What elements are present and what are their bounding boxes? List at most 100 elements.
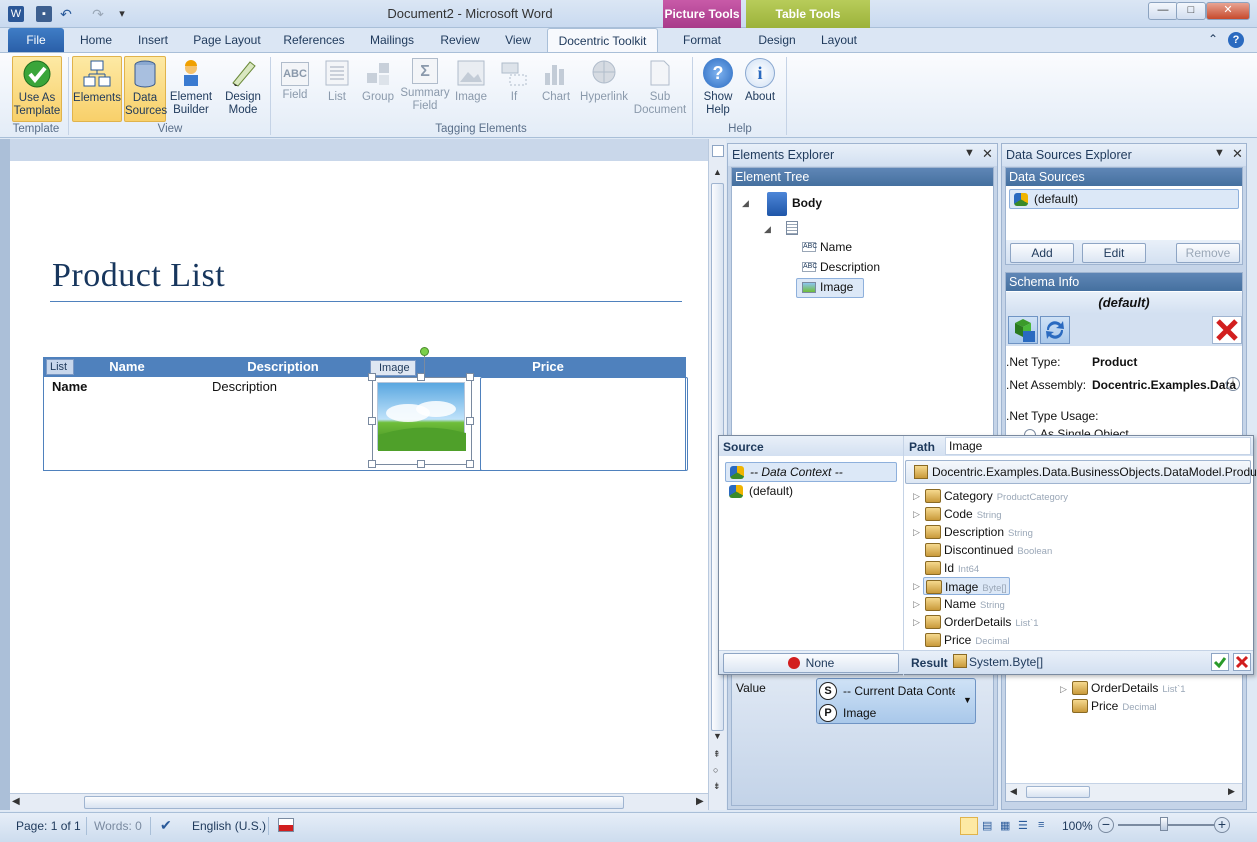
elements-button[interactable]: Elements xyxy=(72,56,122,122)
minimize-ribbon-icon[interactable]: ⌃ xyxy=(1208,32,1218,46)
full-screen-reading-icon[interactable]: ▤ xyxy=(982,819,992,832)
tree-expand-icon[interactable]: ▷ xyxy=(913,599,920,610)
scroll-right-icon[interactable]: ▶ xyxy=(696,796,704,807)
minimize-button[interactable]: — xyxy=(1148,2,1178,20)
summary-field-button[interactable]: Σ Summary Field xyxy=(400,56,450,122)
property-price[interactable]: Price Decimal xyxy=(925,631,1010,649)
show-help-button[interactable]: ? Show Help xyxy=(698,56,738,122)
edit-button[interactable]: Edit xyxy=(1082,243,1146,263)
resize-handle[interactable] xyxy=(368,460,376,468)
horizontal-scroll-thumb[interactable] xyxy=(84,796,624,809)
draft-view-icon[interactable]: ≡ xyxy=(1038,819,1044,831)
about-button[interactable]: i About xyxy=(740,56,780,122)
image-button[interactable]: Image xyxy=(452,56,490,122)
image-tag[interactable]: Image xyxy=(370,360,416,376)
zoom-slider-thumb[interactable] xyxy=(1160,817,1168,831)
tab-format[interactable]: Format xyxy=(668,28,736,52)
property-category[interactable]: Category ProductCategory xyxy=(925,487,1068,505)
outline-view-icon[interactable]: ☰ xyxy=(1018,819,1028,832)
remove-button[interactable]: Remove xyxy=(1176,243,1240,263)
add-button[interactable]: Add xyxy=(1010,243,1074,263)
tab-page-layout[interactable]: Page Layout xyxy=(188,28,266,52)
dropdown-arrow-icon[interactable]: ▼ xyxy=(963,695,972,705)
scroll-up-icon[interactable]: ▲ xyxy=(713,167,722,177)
property-description[interactable]: Description String xyxy=(925,523,1033,541)
pane-close-icon[interactable]: ✕ xyxy=(982,146,993,162)
close-button[interactable]: ✕ xyxy=(1206,2,1250,20)
help-icon[interactable]: ? xyxy=(1228,32,1244,48)
tab-view[interactable]: View xyxy=(496,28,540,52)
schema-scroll-thumb[interactable] xyxy=(1026,786,1090,798)
refresh-schema-icon[interactable] xyxy=(1040,316,1070,344)
tab-home[interactable]: Home xyxy=(70,28,122,52)
sub-document-button[interactable]: Sub Document xyxy=(632,56,688,122)
tree-node-body[interactable]: Body xyxy=(792,196,822,210)
use-as-template-button[interactable]: Use As Template xyxy=(12,56,62,122)
none-button[interactable]: None xyxy=(723,653,899,673)
element-builder-button[interactable]: Element Builder xyxy=(168,56,214,122)
tab-insert[interactable]: Insert xyxy=(128,28,178,52)
resize-handle[interactable] xyxy=(466,417,474,425)
document-title[interactable]: Product List xyxy=(52,257,225,295)
proofing-check-icon[interactable]: ✔ xyxy=(160,817,172,834)
document-page[interactable]: Product List Name Description Price List… xyxy=(10,161,708,793)
data-sources-button[interactable]: Data Sources xyxy=(124,56,167,122)
schema-property-price[interactable]: Price Decimal xyxy=(1072,697,1157,715)
resize-handle[interactable] xyxy=(417,460,425,468)
assembly-info-icon[interactable]: i xyxy=(1226,377,1240,391)
design-mode-button[interactable]: Design Mode xyxy=(220,56,266,122)
browse-object-icon[interactable]: ○ xyxy=(713,765,718,775)
tab-review[interactable]: Review xyxy=(432,28,488,52)
add-schema-icon[interactable] xyxy=(1008,316,1038,344)
tab-design[interactable]: Design xyxy=(752,28,802,52)
tree-node-description[interactable]: Description xyxy=(820,260,880,274)
scroll-left-icon[interactable]: ◀ xyxy=(1010,786,1017,797)
tree-expand-icon[interactable]: ▷ xyxy=(913,617,920,628)
web-layout-icon[interactable]: ▦ xyxy=(1000,819,1010,832)
language-indicator[interactable]: English (U.S.) xyxy=(192,819,266,833)
previous-page-icon[interactable]: ⇞ xyxy=(713,749,721,760)
data-source-item-default[interactable]: (default) xyxy=(1009,189,1239,209)
tree-expand-icon[interactable]: ▷ xyxy=(913,509,920,520)
rotate-handle[interactable] xyxy=(420,347,429,356)
word-count[interactable]: Words: 0 xyxy=(94,819,142,833)
resize-handle[interactable] xyxy=(368,417,376,425)
tab-file[interactable]: File xyxy=(8,28,64,52)
tree-expand-icon[interactable]: ▷ xyxy=(913,527,920,538)
tree-expand-icon[interactable]: ◢ xyxy=(764,224,771,235)
property-id[interactable]: Id Int64 xyxy=(925,559,979,577)
cell-price[interactable] xyxy=(480,377,688,471)
value-binding-dropdown[interactable]: S -- Current Data Contex P Image ▼ xyxy=(816,678,976,724)
tree-expand-icon[interactable]: ◢ xyxy=(742,198,749,209)
property-orderdetails[interactable]: OrderDetails List`1 xyxy=(925,613,1039,631)
pane-close-icon[interactable]: ✕ xyxy=(1232,146,1243,162)
type-name-bar[interactable]: Docentric.Examples.Data.BusinessObjects.… xyxy=(905,460,1257,484)
resize-handle[interactable] xyxy=(466,373,474,381)
tab-docentric-toolkit[interactable]: Docentric Toolkit xyxy=(547,28,658,52)
tab-mailings[interactable]: Mailings xyxy=(362,28,422,52)
cell-description[interactable]: Description xyxy=(212,379,277,394)
view-ruler-icon[interactable] xyxy=(712,145,724,157)
horizontal-scrollbar[interactable]: ◀ ▶ xyxy=(10,793,708,811)
property-discontinued[interactable]: Discontinued Boolean xyxy=(925,541,1052,559)
tree-node-name[interactable]: Name xyxy=(820,240,852,254)
schema-property-orderdetails[interactable]: OrderDetails List`1 xyxy=(1072,679,1186,697)
source-item-data-context[interactable]: -- Data Context -- xyxy=(725,462,897,482)
zoom-level[interactable]: 100% xyxy=(1062,819,1093,833)
property-code[interactable]: Code String xyxy=(925,505,1002,523)
page-count[interactable]: Page: 1 of 1 xyxy=(16,819,81,833)
tab-references[interactable]: References xyxy=(276,28,352,52)
property-name-field[interactable]: Name String xyxy=(925,595,1005,613)
macro-recording-icon[interactable] xyxy=(278,818,294,832)
hyperlink-button[interactable]: Hyperlink xyxy=(578,56,630,122)
image-placeholder-picture[interactable] xyxy=(377,382,466,451)
schema-horizontal-scrollbar[interactable]: ◀ ▶ xyxy=(1006,783,1242,801)
if-button[interactable]: If xyxy=(494,56,534,122)
zoom-out-icon[interactable]: − xyxy=(1098,817,1114,833)
zoom-in-icon[interactable]: + xyxy=(1214,817,1230,833)
chart-button[interactable]: Chart xyxy=(536,56,576,122)
resize-handle[interactable] xyxy=(368,373,376,381)
list-tag[interactable]: List xyxy=(46,359,74,375)
resize-handle[interactable] xyxy=(417,373,425,381)
maximize-button[interactable]: □ xyxy=(1176,2,1206,20)
